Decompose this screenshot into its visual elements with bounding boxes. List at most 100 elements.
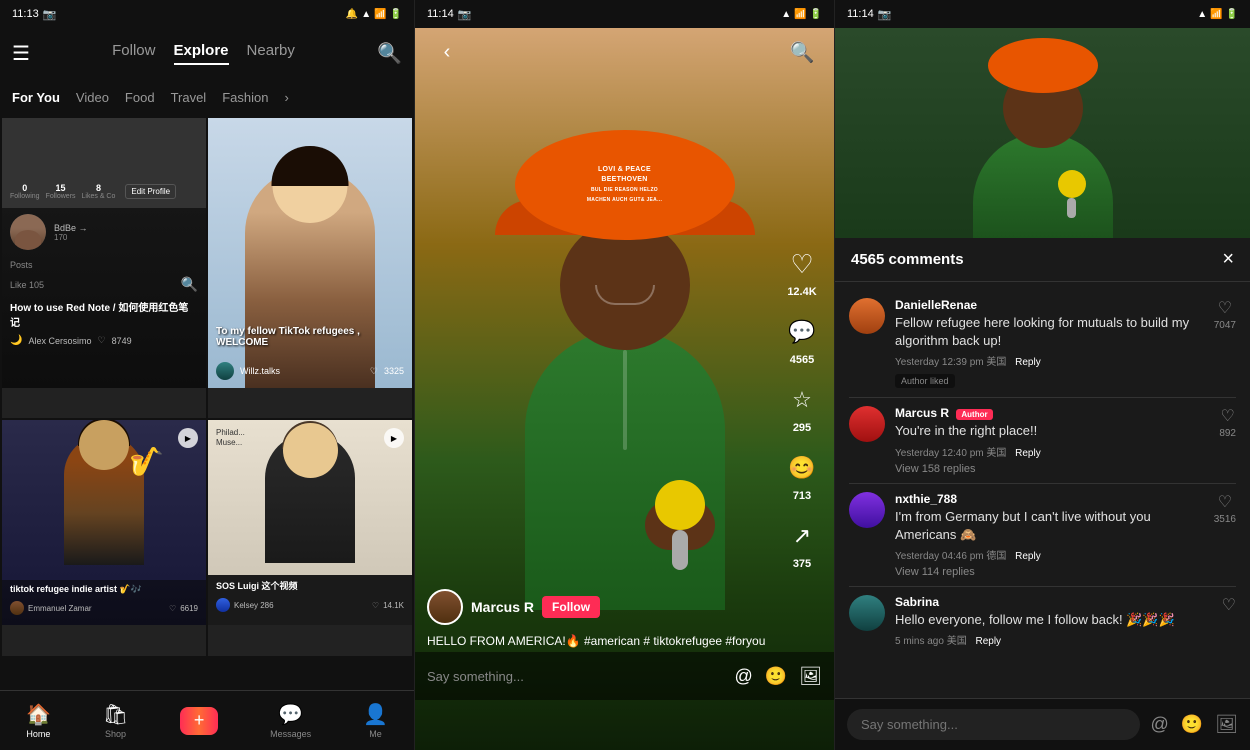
view-replies-2[interactable]: View 158 replies [895,463,1209,475]
comment-right-3: ♡ 3516 [1214,492,1236,578]
nav-home[interactable]: 🏠 Home [26,702,51,739]
menu-icon[interactable]: ☰ [12,41,30,66]
bookmark-action[interactable]: ☆ 295 [782,380,822,434]
subtab-video[interactable]: Video [76,90,109,105]
comment-body-4: Sabrina Hello everyone, follow me I foll… [895,595,1212,647]
status-bar-1: 11:13 📷 🔔 ▲ 📶 🔋 [0,0,414,28]
emoji-input-icon[interactable]: 🙂 [765,666,787,687]
nav-home-label: Home [26,729,50,739]
reply-link-2[interactable]: Reply [1015,448,1041,459]
card-music[interactable]: 🎷 ▶ tiktok refugee indie artist 🎷🎶 Emman… [2,420,206,655]
tab-follow[interactable]: Follow [112,42,155,65]
share-icon: ↗ [782,516,822,556]
messages-icon: 💬 [278,702,303,727]
status-bar-2: 11:14 📷 ▲ 📶 🔋 [415,0,834,28]
reply-link-1[interactable]: Reply [1015,357,1041,368]
card1-moon-icon: 🌙 [10,335,22,346]
card1-username: Alex Cersosimo [28,336,91,346]
view-replies-3[interactable]: View 114 replies [895,566,1204,578]
nav-shop[interactable]: 🛍 Shop [103,702,128,739]
comment-meta-3: Yesterday 04:46 pm 德国 Reply [895,547,1204,562]
comment-text-3: I'm from Germany but I can't live withou… [895,508,1204,544]
battery-icon-3: 🔋 [1226,9,1238,20]
comment-username-3: nxthie_788 [895,492,1204,506]
heart-icon-1[interactable]: ♡ [1218,298,1232,318]
back-button[interactable]: ‹ [431,36,463,68]
like-count: 12.4K [787,286,816,298]
subtab-food[interactable]: Food [125,90,155,105]
image-icon-3[interactable]: 🖼 [1215,714,1238,735]
comment-body-1: DanielleRenae Fellow refugee here lookin… [895,298,1204,389]
subtab-travel[interactable]: Travel [171,90,207,105]
card-luigi[interactable]: Philad... Muse... ▶ SOS Luigi 这个视频 Kelse… [208,420,412,655]
comment-body-3: nxthie_788 I'm from Germany but I can't … [895,492,1204,578]
phone-comments: 11:14 📷 ▲ 📶 🔋 4565 comm [835,0,1250,750]
emoji-action[interactable]: 😊 713 [782,448,822,502]
search-button-2[interactable]: 🔍 [786,36,818,68]
share-action[interactable]: ↗ 375 [782,516,822,570]
like-action[interactable]: ♡ 12.4K [782,244,822,298]
emoji-icon-3[interactable]: 🙂 [1181,714,1203,735]
play-icon-4[interactable]: ▶ [384,428,404,448]
subtab-fashion[interactable]: Fashion [222,90,268,105]
emoji-icon: 😊 [782,448,822,488]
comment-input[interactable]: Say something... [427,669,726,684]
tab-explore[interactable]: Explore [174,42,229,65]
comments-count-title: 4565 comments [851,251,964,268]
nav-add[interactable]: + [180,707,218,735]
comment-item: DanielleRenae Fellow refugee here lookin… [835,290,1250,397]
close-button[interactable]: × [1222,248,1234,271]
comment-item-3: nxthie_788 I'm from Germany but I can't … [835,484,1250,586]
comment-bar: Say something... @ 🙂 🖼 [415,652,834,700]
subtab-foryou[interactable]: For You [12,90,60,105]
nav-me[interactable]: 👤 Me [363,702,388,739]
camera-status-icon: 📷 [43,8,57,21]
status-bar-3: 11:14 📷 ▲ 📶 🔋 [835,0,1250,28]
signal-icon-2: 📶 [794,9,806,20]
follow-button[interactable]: Follow [542,596,600,618]
sax-icon: 🎷 [129,445,164,478]
edit-profile-btn[interactable]: Edit Profile [125,184,176,199]
creator-name: Marcus R [471,599,534,615]
battery-icon-2: 🔋 [810,9,822,20]
heart-icon-4[interactable]: ♡ [1222,595,1236,615]
comment-right-2: ♡ 892 [1219,406,1236,474]
card3-title: tiktok refugee indie artist 🎷🎶 [2,580,206,599]
add-icon[interactable]: + [180,707,218,735]
reply-link-4[interactable]: Reply [975,636,1001,647]
author-badge: Author [956,409,992,420]
card4-heart-icon: ♡ [372,601,379,610]
bottom-nav-1: 🏠 Home 🛍 Shop + 💬 Messages 👤 Me [0,690,414,750]
at-icon[interactable]: @ [734,666,752,687]
battery-icon: 🔋 [390,9,402,20]
signal-icon-3: 📶 [1210,9,1222,20]
bookmark-count: 295 [793,422,811,434]
comment-text-1: Fellow refugee here looking for mutuals … [895,314,1204,350]
phone-explore: 11:13 📷 🔔 ▲ 📶 🔋 ☰ Follow Explore Nearby … [0,0,415,750]
search-icon[interactable]: 🔍 [377,41,402,66]
heart-icon-2[interactable]: ♡ [1220,406,1234,426]
tab-nearby[interactable]: Nearby [247,42,295,65]
image-icon[interactable]: 🖼 [799,666,822,687]
card1-likes: 8749 [112,336,132,346]
video-info: Marcus R Follow HELLO FROM AMERICA!🔥 #am… [427,589,774,650]
comment-action[interactable]: 💬 4565 [782,312,822,366]
heart-icon-3[interactable]: ♡ [1218,492,1232,512]
card-profile[interactable]: 0Following 15Followers 8Likes & Co Edit … [2,118,206,418]
comment-avatar-4 [849,595,885,631]
comment-body-2: Marcus R Author You're in the right plac… [895,406,1209,474]
comment-username-4: Sabrina [895,595,1212,609]
search-small-icon[interactable]: 🔍 [181,276,198,293]
video-caption: HELLO FROM AMERICA!🔥 #american # tiktokr… [427,633,774,650]
card-welcome[interactable]: To my fellow TikTok refugees , WELCOME W… [208,118,412,418]
card3-username: Emmanuel Zamar [28,604,165,613]
subtab-more-icon[interactable]: › [284,90,288,105]
card2-heart-icon: ♡ [370,366,378,377]
reply-link-3[interactable]: Reply [1015,551,1041,562]
comment-text-input[interactable] [847,709,1140,740]
nav-messages[interactable]: 💬 Messages [270,702,311,739]
at-icon-3[interactable]: @ [1150,714,1168,735]
shop-icon: 🛍 [103,702,128,727]
comment-right-1: ♡ 7047 [1214,298,1236,389]
emoji-count: 713 [793,490,811,502]
